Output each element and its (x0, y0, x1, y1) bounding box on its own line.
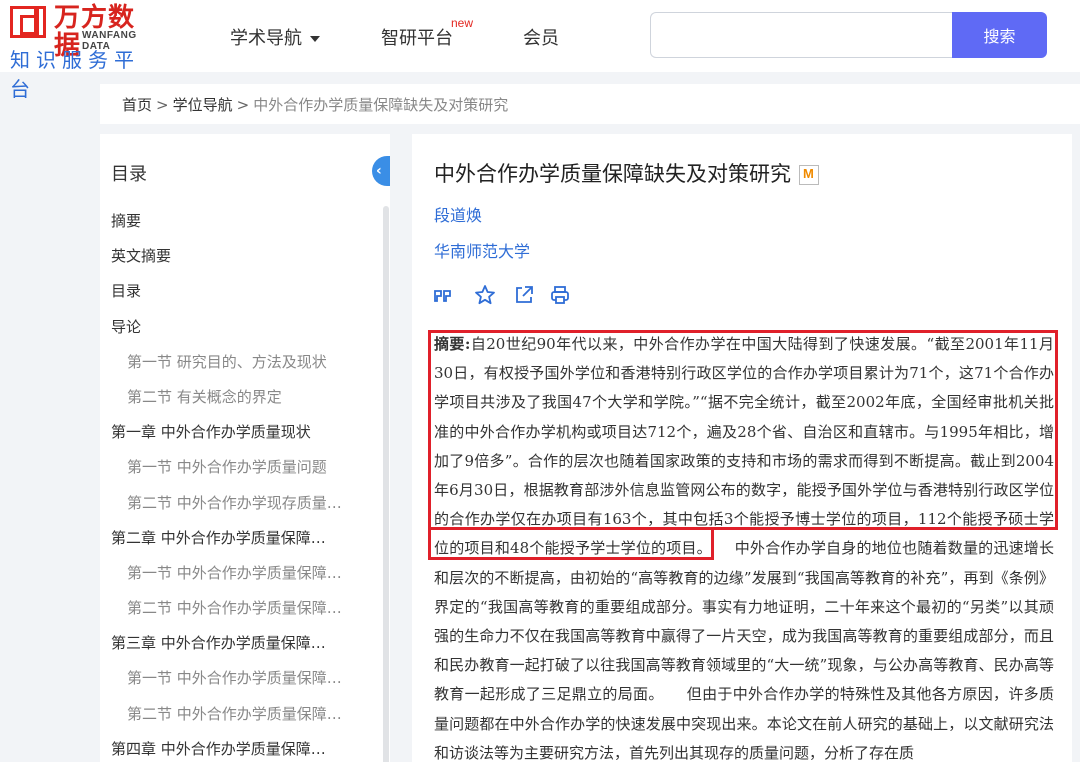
breadcrumb-home[interactable]: 首页 (122, 96, 152, 114)
paper-detail-panel: 中外合作办学质量保障缺失及对策研究 段道焕 华南师范大学 摘要:自20世纪90年… (412, 134, 1072, 762)
toc-list: 摘要 英文摘要 目录 导论 第一节 研究目的、方法及现状 第二节 有关概念的界定 第一章 中… (111, 210, 371, 762)
abstract-text: 摘要:自20世纪90年代以来，中外合作办学在中国大陆得到了快速发展。“截至200… (434, 330, 1054, 762)
toc-section-item[interactable]: 英文摘要 (111, 245, 371, 280)
toc-subsection-item[interactable]: 第二节 中外合作办学质量保障… (111, 703, 371, 738)
new-badge: new (451, 16, 474, 30)
breadcrumb-degree-nav[interactable]: 学位导航 (173, 96, 233, 114)
toc-section-item[interactable]: 导论 (111, 316, 371, 351)
caret-down-icon (310, 36, 320, 42)
toc-subsection-item[interactable]: 第一节 研究目的、方法及现状 (111, 351, 371, 386)
nav-academic-nav-label: 学术导航 (230, 28, 302, 49)
abstract-body: 自20世纪90年代以来，中外合作办学在中国大陆得到了快速发展。“截至2001年1… (434, 335, 1054, 762)
toc-section-item[interactable]: 第四章 中外合作办学质量保障… (111, 738, 371, 762)
paper-title: 中外合作办学质量保障缺失及对策研究 (434, 158, 819, 188)
nav-membership[interactable]: 会员 (523, 24, 559, 50)
toc-subsection-item[interactable]: 第一节 中外合作办学质量问题 (111, 456, 371, 491)
toc-section-item[interactable]: 摘要 (111, 210, 371, 245)
cite-icon[interactable] (432, 284, 454, 306)
toc-subsection-item[interactable]: 第一节 中外合作办学质量保障… (111, 667, 371, 702)
wanfang-logo[interactable]: 万方数据 WANFANG DATA 知识服务平台 (10, 4, 160, 101)
top-header: 万方数据 WANFANG DATA 知识服务平台 学术导航 智研平台 new 会… (0, 0, 1080, 101)
search-input[interactable] (650, 12, 954, 58)
breadcrumb-separator: > (156, 96, 169, 114)
toc-subsection-item[interactable]: 第一节 中外合作办学质量保障… (111, 562, 371, 597)
breadcrumb-separator: > (236, 96, 250, 114)
toc-scrollbar[interactable] (383, 206, 389, 762)
logo-mark-icon (10, 6, 46, 38)
abstract-label: 摘要: (434, 335, 471, 353)
print-icon[interactable] (549, 284, 571, 306)
toc-subsection-item[interactable]: 第二节 有关概念的界定 (111, 386, 371, 421)
nav-zhiyan-label: 智研平台 (381, 28, 453, 49)
toc-section-item[interactable]: 第二章 中外合作办学质量保障… (111, 527, 371, 562)
institution-link[interactable]: 华南师范大学 (434, 238, 530, 262)
chevron-left-icon[interactable]: ‹ (372, 156, 390, 186)
toc-section-item[interactable]: 第三章 中外合作办学质量保障… (111, 632, 371, 667)
toc-subsection-item[interactable]: 第二节 中外合作办学质量保障… (111, 597, 371, 632)
nav-zhiyan-platform[interactable]: 智研平台 new (381, 16, 473, 50)
paper-title-text: 中外合作办学质量保障缺失及对策研究 (434, 162, 791, 186)
author-link[interactable]: 段道焕 (434, 202, 482, 226)
toc-subsection-item[interactable]: 第二节 中外合作办学现存质量… (111, 492, 371, 527)
mindmap-icon[interactable] (799, 165, 819, 185)
nav-membership-label: 会员 (523, 28, 559, 49)
toc-panel: 目录 ‹ 摘要 英文摘要 目录 导论 第一节 研究目的、方法及现状 第二节 有关概念的界定… (100, 134, 390, 762)
share-icon[interactable] (513, 284, 535, 306)
breadcrumb-current: 中外合作办学质量保障缺失及对策研究 (253, 96, 509, 114)
search-button[interactable]: 搜索 (952, 12, 1047, 58)
star-icon[interactable] (474, 284, 496, 306)
toc-section-item[interactable]: 第一章 中外合作办学质量现状 (111, 421, 371, 456)
breadcrumb: 首页 > 学位导航 > 中外合作办学质量保障缺失及对策研究 (100, 84, 1080, 124)
toc-section-item[interactable]: 目录 (111, 280, 371, 315)
nav-academic-nav[interactable]: 学术导航 (230, 24, 320, 50)
toc-title: 目录 (111, 164, 147, 185)
